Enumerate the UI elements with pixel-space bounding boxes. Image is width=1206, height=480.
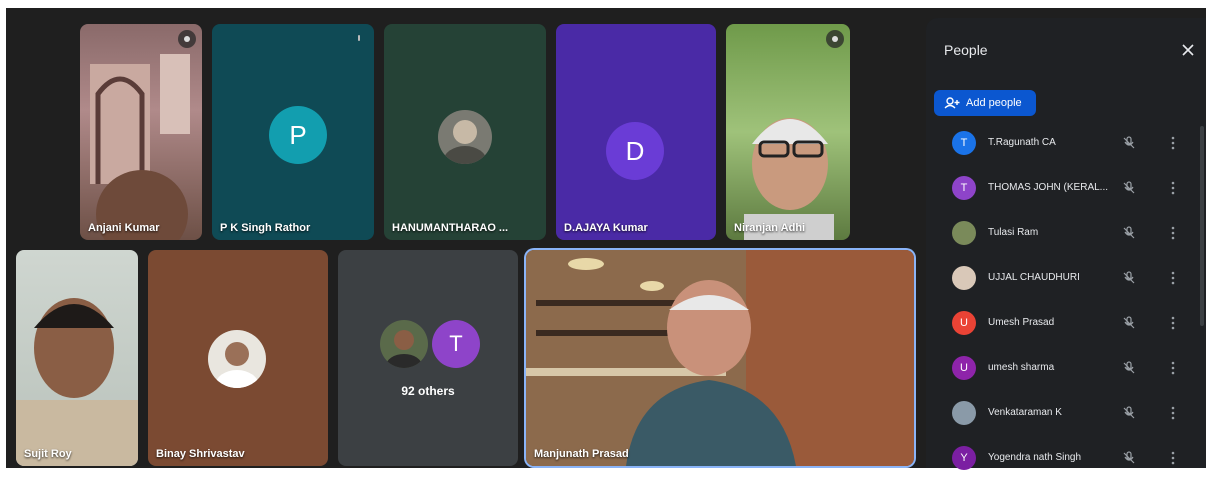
participant-name: umesh sharma xyxy=(988,362,1055,373)
mic-off-icon[interactable] xyxy=(1122,360,1136,375)
avatar-initial: T xyxy=(960,136,968,149)
participant-name: UJJAL CHAUDHURI xyxy=(988,272,1080,283)
mic-off-icon[interactable] xyxy=(1122,135,1136,150)
participant-list: T T.Ragunath CA T THOMAS JOHN (KERAL... Tula… xyxy=(926,120,1192,480)
more-options-icon[interactable] xyxy=(1170,181,1176,195)
video-tile-niranjan-adhi[interactable]: Niranjan Adhi xyxy=(726,24,850,240)
video-feed xyxy=(526,250,914,466)
avatar xyxy=(952,400,976,425)
more-options-icon[interactable] xyxy=(1170,451,1176,465)
video-tile-anjani-kumar[interactable]: Anjani Kumar xyxy=(80,24,202,240)
more-options-icon[interactable] xyxy=(1170,316,1176,330)
close-panel-button[interactable] xyxy=(1176,38,1200,62)
avatar-initial: D xyxy=(625,135,645,166)
avatar: U xyxy=(952,355,976,380)
add-person-icon xyxy=(944,97,960,109)
video-tile-manjunath-prasad[interactable]: Manjunath Prasad xyxy=(526,250,914,466)
scrollbar[interactable] xyxy=(1200,126,1204,326)
people-panel: People Add people T T.Ragunath CA T THOMAS … xyxy=(926,18,1206,470)
avatar xyxy=(380,320,428,368)
others-tile[interactable]: T 92 others xyxy=(338,250,518,466)
participant-row[interactable]: Venkataraman K xyxy=(926,390,1192,435)
avatar: T xyxy=(952,175,976,200)
others-count-label: 92 others xyxy=(401,384,455,398)
video-tile-d-ajaya-kumar[interactable]: D D.AJAYA Kumar xyxy=(556,24,716,240)
video-feed xyxy=(90,54,190,240)
avatar: U xyxy=(952,310,976,335)
avatar-initial: T xyxy=(449,331,463,356)
mic-off-icon xyxy=(350,30,368,48)
mic-off-icon[interactable] xyxy=(1122,315,1136,330)
mic-off-icon[interactable] xyxy=(1122,405,1136,420)
video-tile-hanumantharao[interactable]: HANUMANTHARAO ... xyxy=(384,24,546,240)
avatar xyxy=(952,220,976,245)
avatar-initial: Y xyxy=(960,451,968,464)
participant-name: Niranjan Adhi xyxy=(734,222,806,234)
mic-off-icon xyxy=(178,30,196,48)
video-tile-sujit-roy[interactable]: Sujit Roy xyxy=(16,250,138,466)
participant-row[interactable]: Uumesh sharma xyxy=(926,345,1192,390)
video-tile-pk-singh-rathor[interactable]: P P K Singh Rathor xyxy=(212,24,374,240)
panel-title: People xyxy=(944,42,988,58)
avatar-initial: U xyxy=(960,316,968,329)
participant-name: Venkataraman K xyxy=(988,407,1062,418)
more-options-icon[interactable] xyxy=(1170,136,1176,150)
add-people-label: Add people xyxy=(966,97,1022,109)
avatar: P xyxy=(269,106,327,164)
video-tile-binay-shrivastav[interactable]: Binay Shrivastav xyxy=(148,250,328,466)
more-options-icon[interactable] xyxy=(1170,271,1176,285)
avatar-initial: T xyxy=(960,181,968,194)
participant-name: Anjani Kumar xyxy=(88,222,160,234)
more-options-icon[interactable] xyxy=(1170,406,1176,420)
mic-off-icon[interactable] xyxy=(1122,225,1136,240)
participant-row[interactable]: Y Yogendra nath Singh xyxy=(926,435,1192,480)
mic-off-icon[interactable] xyxy=(1122,180,1136,195)
add-people-button[interactable]: Add people xyxy=(934,90,1036,116)
participant-name: Yogendra nath Singh xyxy=(988,452,1082,463)
avatar-initial: U xyxy=(960,361,968,374)
avatar xyxy=(438,110,492,164)
avatar: T xyxy=(432,320,480,368)
participant-name: THOMAS JOHN (KERAL... xyxy=(988,182,1109,193)
more-options-icon[interactable] xyxy=(1170,361,1176,375)
participant-name: HANUMANTHARAO ... xyxy=(392,222,509,234)
participant-name: P K Singh Rathor xyxy=(220,222,311,234)
participant-name: D.AJAYA Kumar xyxy=(564,222,648,234)
avatar xyxy=(952,265,976,290)
mic-off-icon[interactable] xyxy=(1122,270,1136,285)
close-icon xyxy=(1182,44,1194,56)
more-options-icon[interactable] xyxy=(1170,226,1176,240)
participant-name: Tulasi Ram xyxy=(988,227,1039,238)
mic-off-icon xyxy=(826,30,844,48)
video-feed xyxy=(16,298,138,466)
participant-name: Manjunath Prasad xyxy=(534,448,629,460)
participant-name: Binay Shrivastav xyxy=(156,448,245,460)
avatar: Y xyxy=(952,445,976,470)
video-feed xyxy=(744,118,834,240)
avatar: D xyxy=(606,122,664,180)
participant-row[interactable]: T T.Ragunath CA xyxy=(926,120,1192,165)
avatar-initial: P xyxy=(289,119,307,150)
participant-name: T.Ragunath CA xyxy=(988,137,1056,148)
mic-off-icon[interactable] xyxy=(1122,450,1136,465)
avatar: T xyxy=(952,130,976,155)
participant-row[interactable]: U Umesh Prasad xyxy=(926,300,1192,345)
avatar xyxy=(208,330,266,388)
participant-row[interactable]: UJJAL CHAUDHURI xyxy=(926,255,1192,300)
participant-name: Umesh Prasad xyxy=(988,317,1055,328)
participant-row[interactable]: Tulasi Ram xyxy=(926,210,1192,255)
participant-name: Sujit Roy xyxy=(24,448,72,460)
participant-row[interactable]: T THOMAS JOHN (KERAL... xyxy=(926,165,1192,210)
